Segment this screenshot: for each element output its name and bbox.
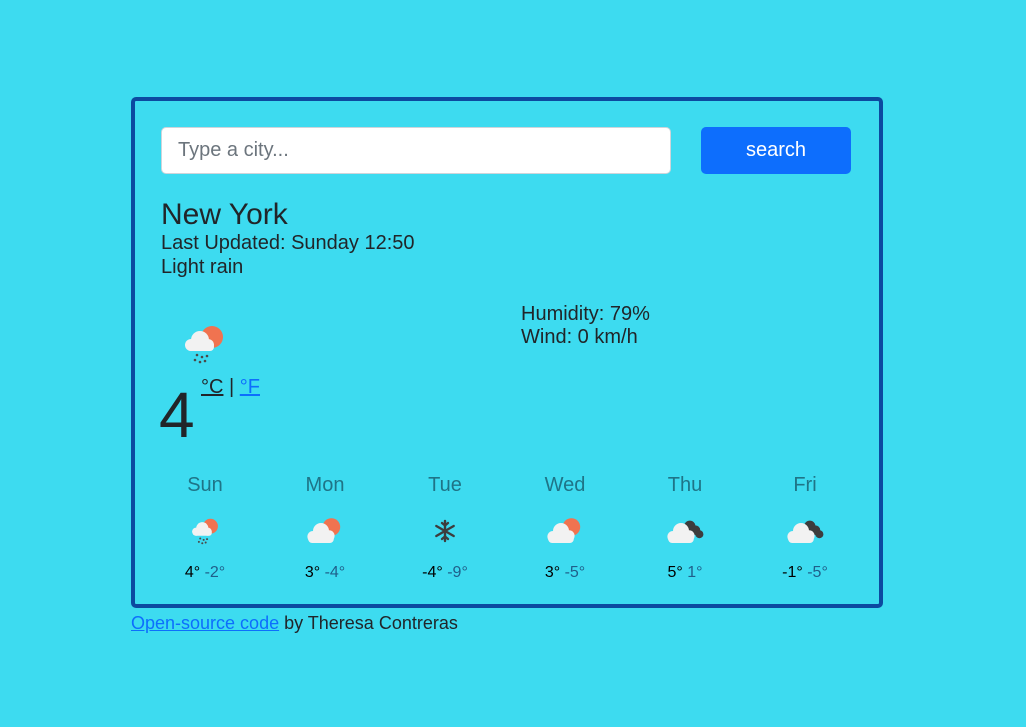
current-temperature: 4 <box>159 379 195 451</box>
forecast-min-temp: -9° <box>447 564 468 581</box>
forecast-temps: 3° -5° <box>505 563 625 583</box>
forecast-min-temp: -2° <box>204 564 226 581</box>
forecast-max-temp: 4° <box>184 564 201 581</box>
wind-speed: Wind: 0 km/h <box>521 326 638 348</box>
cloud-sun-icon <box>505 511 625 551</box>
forecast-min-temp: -4° <box>324 564 346 581</box>
footer: Open-source code by Theresa Contreras <box>131 612 458 634</box>
forecast-temps: 4° -2° <box>145 563 265 583</box>
forecast-max-temp: 5° <box>667 564 683 581</box>
forecast-day-name: Tue <box>428 474 462 496</box>
humidity: Humidity: 79% <box>521 303 650 325</box>
forecast-max-temp: 3° <box>544 564 561 581</box>
last-updated: Last Updated: Sunday 12:50 <box>161 232 415 254</box>
forecast-max-temp: 3° <box>304 564 321 581</box>
celsius-link[interactable]: °C <box>201 376 223 398</box>
search-button[interactable]: search <box>701 127 851 174</box>
forecast-max-temp: -4° <box>422 564 443 581</box>
footer-author: by Theresa Contreras <box>279 613 458 633</box>
forecast-day-name: Sun <box>187 474 223 496</box>
forecast-day-name: Thu <box>667 474 703 496</box>
forecast-day: Mon 3° -4° <box>265 473 385 583</box>
snowflake-icon <box>385 511 505 551</box>
cloud-sun-icon <box>265 511 385 551</box>
forecast-day: Fri -1° -5° <box>745 473 865 583</box>
weather-details: Humidity: 79% Wind: 0 km/h <box>521 303 650 349</box>
forecast: Sun 4° -2° Mon 3° -4° Tue -4° -9° Wed 3°… <box>145 473 865 583</box>
forecast-temps: 5° 1° <box>625 563 745 583</box>
weather-description: Light rain <box>161 256 244 278</box>
fahrenheit-link[interactable]: °F <box>240 376 260 398</box>
forecast-day-name: Mon <box>305 474 345 496</box>
forecast-day: Tue -4° -9° <box>385 473 505 583</box>
city-search-input[interactable] <box>161 127 671 174</box>
forecast-day-name: Wed <box>544 474 586 496</box>
forecast-day: Wed 3° -5° <box>505 473 625 583</box>
forecast-min-temp: 1° <box>687 564 703 581</box>
forecast-day: Thu 5° 1° <box>625 473 745 583</box>
forecast-temps: 3° -4° <box>265 563 385 583</box>
forecast-temps: -1° -5° <box>745 563 865 583</box>
unit-separator: | <box>229 376 235 398</box>
forecast-min-temp: -5° <box>807 564 828 581</box>
forecast-day-name: Fri <box>793 474 817 496</box>
forecast-day: Sun 4° -2° <box>145 473 265 583</box>
dark-clouds-icon <box>625 511 745 551</box>
forecast-max-temp: -1° <box>782 564 803 581</box>
dark-clouds-icon <box>745 511 865 551</box>
forecast-temps: -4° -9° <box>385 563 505 583</box>
unit-toggle: °C | °F <box>201 375 260 399</box>
rain-cloud-sun-icon <box>145 511 265 551</box>
city-name: New York <box>161 198 288 231</box>
rain-cloud-sun-icon <box>179 319 229 369</box>
forecast-min-temp: -5° <box>564 564 586 581</box>
weather-app-card: search New York Last Updated: Sunday 12:… <box>131 97 883 608</box>
open-source-code-link[interactable]: Open-source code <box>131 613 279 633</box>
